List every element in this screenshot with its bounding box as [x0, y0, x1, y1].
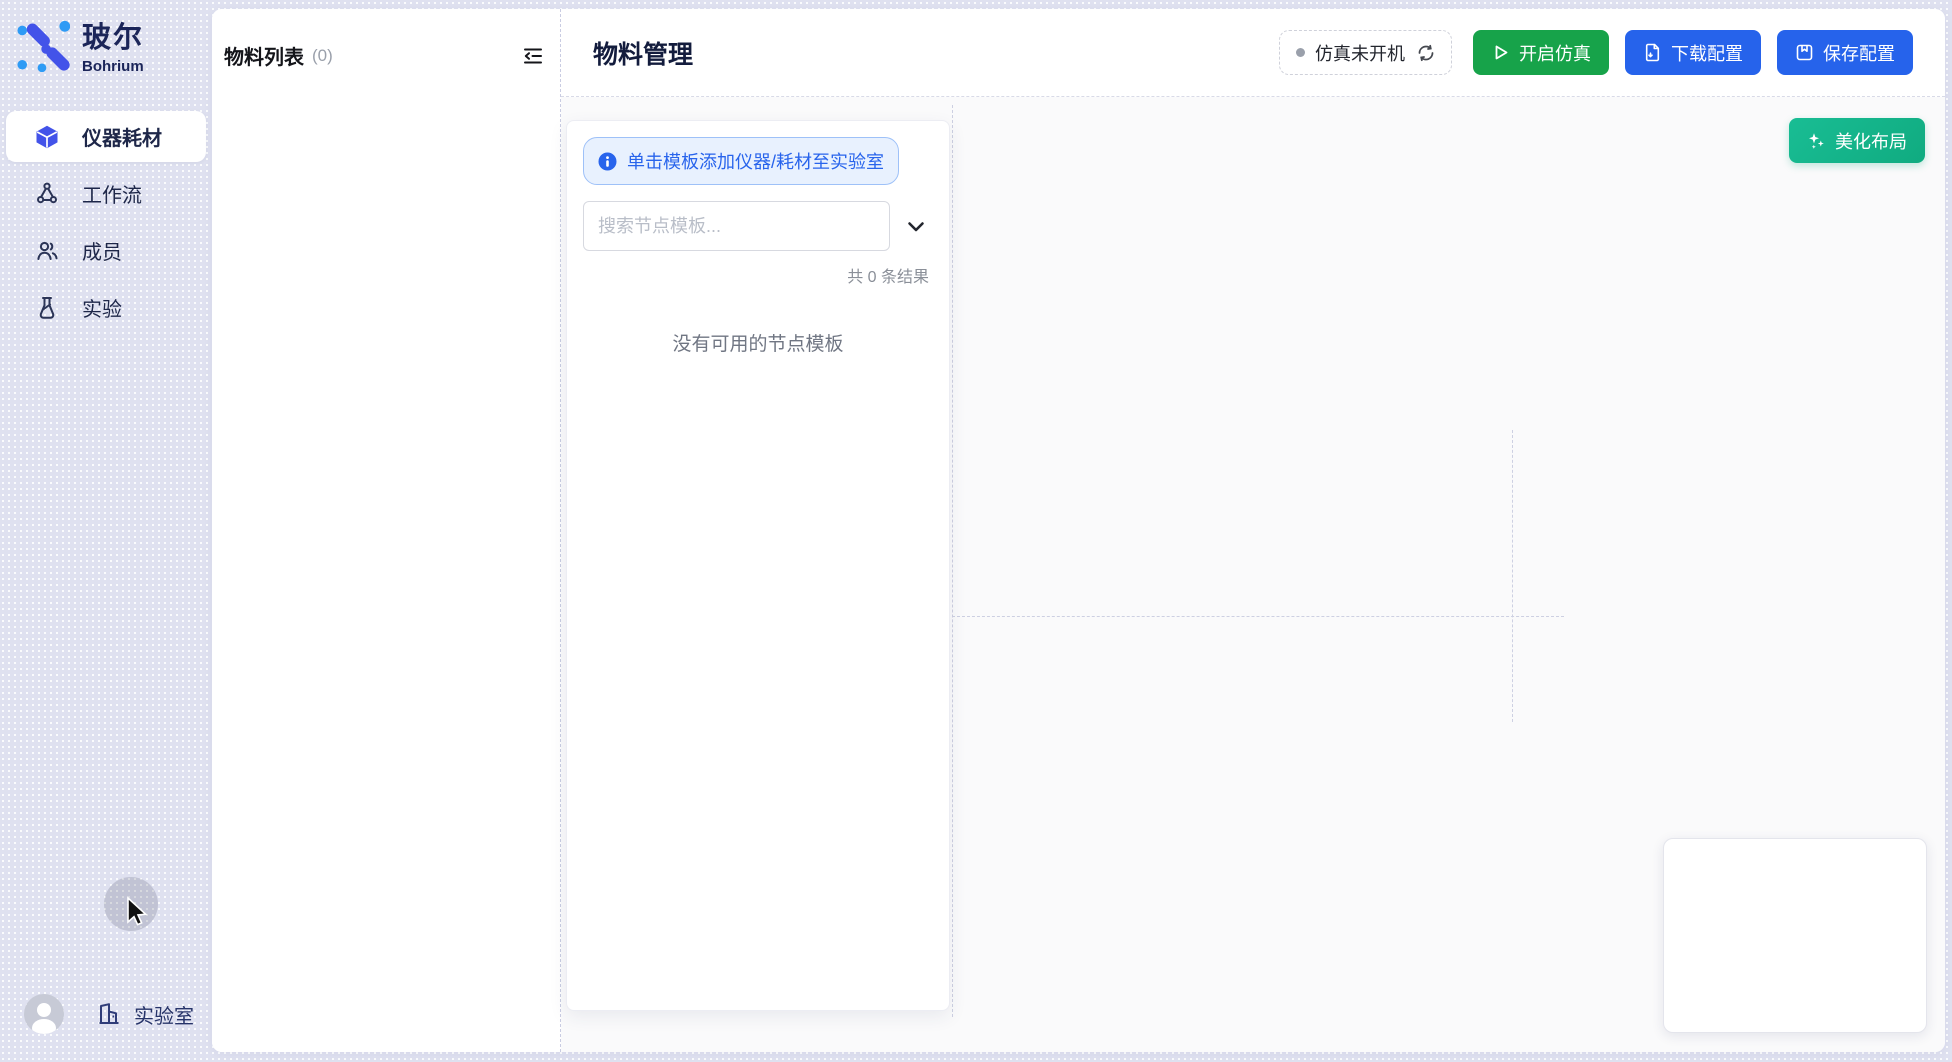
- lab-entry[interactable]: 实验室: [96, 1000, 194, 1029]
- cube-icon: [34, 124, 60, 150]
- minimap[interactable]: [1663, 838, 1927, 1033]
- material-list-title: 物料列表: [224, 41, 304, 70]
- save-icon: [1795, 43, 1814, 62]
- material-list-panel: 物料列表 (0): [212, 9, 561, 1052]
- material-list-count: (0): [312, 46, 333, 66]
- refresh-icon[interactable]: [1417, 44, 1435, 62]
- simulation-status-text: 仿真未开机: [1315, 40, 1405, 66]
- sidebar-nav: 仪器耗材 工作流 成员: [0, 111, 212, 333]
- node-template-panel: 单击模板添加仪器/耗材至实验室 共 0 条结果 没有可用的节点模板: [566, 120, 950, 1011]
- template-hint-banner: 单击模板添加仪器/耗材至实验室: [583, 137, 899, 185]
- start-simulation-button[interactable]: 开启仿真: [1473, 30, 1609, 75]
- sidebar-item-label: 实验: [82, 293, 122, 322]
- sidebar-item-experiments[interactable]: 实验: [6, 282, 206, 333]
- play-icon: [1491, 43, 1510, 62]
- page-title: 物料管理: [593, 35, 693, 71]
- members-icon: [34, 238, 60, 264]
- main-content-card: 物料列表 (0) 物料管理 仿真未开机: [212, 9, 1945, 1052]
- info-icon: [598, 152, 617, 171]
- sidebar-item-instruments[interactable]: 仪器耗材: [6, 111, 206, 162]
- canvas-guide-line: [952, 616, 1564, 617]
- search-template-input[interactable]: [583, 201, 890, 251]
- result-count: 共 0 条结果: [583, 263, 933, 287]
- brand-logo: 玻尔 Bohrium: [0, 0, 212, 75]
- template-hint-text: 单击模板添加仪器/耗材至实验室: [627, 148, 884, 174]
- flow-canvas[interactable]: 单击模板添加仪器/耗材至实验室 共 0 条结果 没有可用的节点模板 美化布局: [561, 97, 1945, 1052]
- user-avatar[interactable]: [24, 994, 64, 1034]
- empty-template-text: 没有可用的节点模板: [583, 329, 933, 356]
- beautify-layout-button[interactable]: 美化布局: [1789, 118, 1925, 163]
- chevron-down-icon[interactable]: [904, 214, 928, 238]
- canvas-guide-line: [1512, 430, 1513, 722]
- save-config-button[interactable]: 保存配置: [1777, 30, 1913, 75]
- sidebar-item-label: 成员: [82, 236, 122, 265]
- simulation-status-pill[interactable]: 仿真未开机: [1279, 30, 1452, 75]
- brand-name-en: Bohrium: [82, 58, 144, 75]
- experiment-icon: [34, 295, 60, 321]
- brand-name-cn: 玻尔: [82, 14, 144, 56]
- sidebar-item-workflow[interactable]: 工作流: [6, 168, 206, 219]
- collapse-panel-icon[interactable]: [522, 45, 544, 67]
- sidebar-item-members[interactable]: 成员: [6, 225, 206, 276]
- lab-building-icon: [96, 1001, 122, 1027]
- lab-label: 实验室: [134, 1000, 194, 1029]
- mouse-cursor: [122, 896, 152, 930]
- page-header: 物料管理 仿真未开机 开启仿真: [561, 9, 1945, 97]
- bohrium-logo-icon: [16, 18, 70, 72]
- status-dot-icon: [1296, 48, 1305, 57]
- workflow-icon: [34, 181, 60, 207]
- download-config-button[interactable]: 下载配置: [1625, 30, 1761, 75]
- canvas-guide-line: [952, 105, 953, 1017]
- sidebar-item-label: 工作流: [82, 179, 142, 208]
- avatar-placeholder-icon: [24, 994, 64, 1034]
- sidebar-item-label: 仪器耗材: [82, 122, 162, 151]
- sparkles-icon: [1807, 131, 1826, 150]
- file-download-icon: [1643, 43, 1662, 62]
